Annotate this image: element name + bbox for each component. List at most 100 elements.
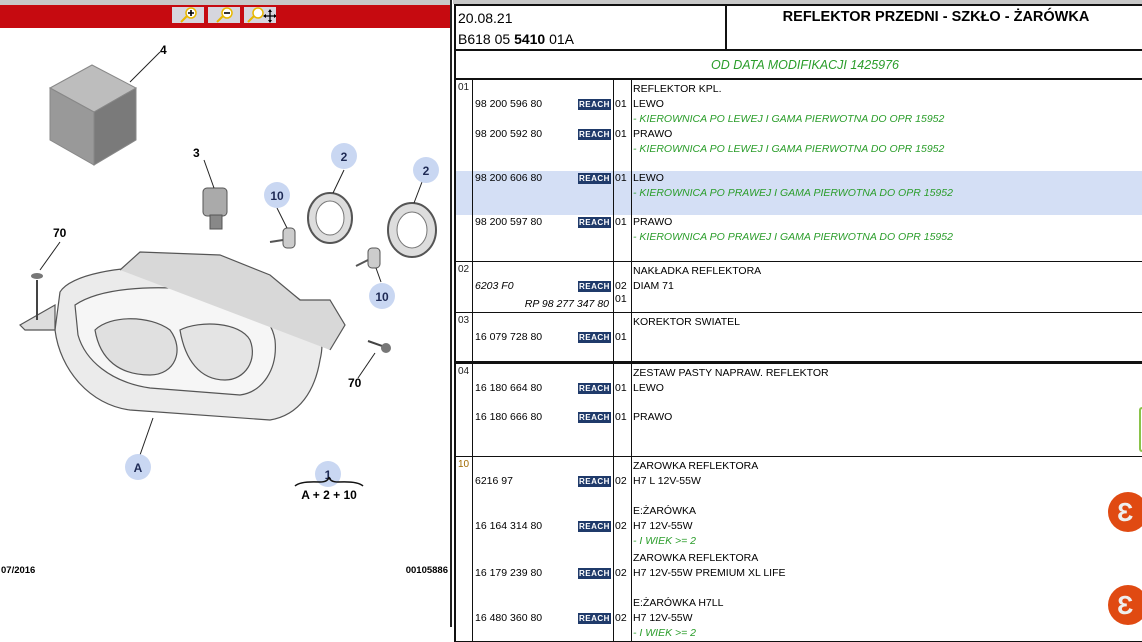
part-note: - KIEROWNICA PO LEWEJ I GAMA PIERWOTNA D… [633, 143, 945, 155]
part-quantity: 01 [615, 411, 627, 423]
callout-formula: A + 2 + 10 [301, 488, 357, 502]
part-reference[interactable]: 16 179 239 80 [475, 566, 542, 581]
part-quantity: 01 [615, 382, 627, 394]
part-quantity: 01 [615, 128, 627, 140]
header-date: 20.08.21 [458, 10, 513, 26]
part-reference[interactable]: 98 200 597 80 [475, 215, 542, 230]
part-reference[interactable]: 16 180 666 80 [475, 410, 542, 425]
part-reference[interactable]: 98 200 592 80 [475, 127, 542, 142]
code-bold: 5410 [514, 31, 546, 47]
part-description: PRAWO [633, 216, 673, 228]
part-description: DIAM 71 [633, 280, 674, 292]
reach-badge[interactable]: REACH [578, 613, 611, 624]
part-row[interactable]: ZAROWKA REFLEKTORA 6216 97 REACH 02 H7 L 12V… [456, 459, 1142, 504]
callout-70a: 70 [53, 226, 67, 240]
column-divider [472, 262, 473, 312]
part-description: PRAWO [633, 128, 673, 140]
part-row[interactable]: ZESTAW PASTY NAPRAW. REFLEKTOR 16 180 664… [456, 366, 1142, 410]
zoom-pan-button[interactable] [244, 7, 277, 23]
eshop-icon[interactable]: Ɛ [1108, 585, 1142, 625]
zoom-pan-icon [247, 7, 277, 23]
reach-badge[interactable]: REACH [578, 476, 611, 487]
reach-badge[interactable]: REACH [578, 412, 611, 423]
reach-badge[interactable]: REACH [578, 568, 611, 579]
part-row[interactable]: ZAROWKA REFLEKTORA 16 179 239 80 REACH 02 H7… [456, 551, 1142, 596]
part-title: E:ŻARÓWKA [633, 505, 697, 517]
part-reference[interactable]: 6216 97 [475, 474, 513, 489]
column-divider [472, 80, 473, 261]
reach-badge[interactable]: REACH [578, 99, 611, 110]
reach-badge[interactable]: REACH [578, 281, 611, 292]
column-divider [472, 313, 473, 361]
part-row[interactable]: REFLEKTOR KPL. 98 200 596 80 REACH 01 LEWO - … [456, 82, 1142, 127]
part-title: ZAROWKA REFLEKTORA [633, 552, 759, 564]
reach-badge[interactable]: REACH [578, 173, 611, 184]
header-info: 20.08.21 B618 05 5410 01A [456, 6, 727, 49]
part-row[interactable]: 98 200 597 80 REACH 01 PRAWO - KIEROWNICA PO… [456, 215, 1142, 261]
callout-2b: 2 [423, 164, 430, 178]
part-title: ZAROWKA REFLEKTORA [633, 460, 759, 472]
parts-list-panel: 20.08.21 B618 05 5410 01A REFLEKTOR PRZE… [453, 0, 1142, 642]
reach-badge[interactable]: REACH [578, 217, 611, 228]
part-reference[interactable]: 16 480 360 80 [475, 611, 542, 626]
part-row[interactable]: E:ŻARÓWKA 16 164 314 80 REACH 02 H7 12V-55W -… [456, 504, 1142, 551]
part-row[interactable]: 98 200 606 80 REACH 01 LEWO - KIEROWNICA PO … [456, 171, 1142, 215]
group-10: 10 ZAROWKA REFLEKTORA 6216 97 REACH 02 H7 L 1… [456, 457, 1142, 642]
part-3-corrector [202, 187, 228, 230]
part-reference[interactable]: 6203 F0 [475, 279, 514, 294]
column-divider [613, 262, 614, 312]
part-note: - KIEROWNICA PO PRAWEJ I GAMA PIERWOTNA … [633, 231, 953, 243]
column-divider [613, 80, 614, 261]
part-description: LEWO [633, 172, 664, 184]
zoom-out-button[interactable] [208, 7, 240, 23]
part-row[interactable]: KOREKTOR SWIATEL 16 079 728 80 REACH 01 [456, 315, 1142, 361]
part-description: H7 12V-55W PREMIUM XL LIFE [633, 567, 786, 579]
reach-badge[interactable]: REACH [578, 332, 611, 343]
zoom-out-icon [216, 7, 233, 23]
part-row[interactable]: 16 180 666 80 REACH 01 PRAWO [456, 410, 1142, 456]
zoom-in-icon [180, 7, 197, 23]
part-row[interactable]: NAKŁADKA REFLEKTORA 6203 F0 REACH 02 DIAM 71… [456, 264, 1142, 312]
callout-2a: 2 [341, 150, 348, 164]
column-divider [613, 457, 614, 641]
column-divider [631, 364, 632, 456]
part-description: PRAWO [633, 411, 673, 423]
part-quantity: 01 [615, 98, 627, 110]
part-description: LEWO [633, 98, 664, 110]
eshop-icon[interactable]: Ɛ [1108, 492, 1142, 532]
part-reference[interactable]: 98 200 606 80 [475, 171, 542, 186]
diagram-date: 07/2016 [1, 565, 35, 576]
reach-badge[interactable]: REACH [578, 383, 611, 394]
part-70-screw [381, 343, 391, 353]
part-70-screw [31, 273, 43, 279]
part-reference[interactable]: 16 180 664 80 [475, 381, 542, 396]
part-description: H7 12V-55W [633, 612, 693, 624]
parts-diagram: 4 3 2 2 10 10 70 70 A 1 A + 2 + 10 07/20… [1, 43, 448, 576]
column-divider [631, 313, 632, 361]
part-row[interactable]: E:ŻARÓWKA H7LL 16 480 360 80 REACH 02 H7 12V… [456, 596, 1142, 641]
callout-10a: 10 [270, 189, 284, 203]
column-divider [613, 313, 614, 361]
part-reference[interactable]: 16 164 314 80 [475, 519, 542, 534]
reach-badge[interactable]: REACH [578, 129, 611, 140]
part-row[interactable]: 98 200 592 80 REACH 01 PRAWO - KIEROWNICA PO… [456, 127, 1142, 171]
column-divider [613, 364, 614, 456]
part-title: NAKŁADKA REFLEKTORA [633, 265, 762, 277]
group-01: 01 REFLEKTOR KPL. 98 200 596 80 REACH 01 LEWO… [456, 80, 1142, 262]
part-note: - KIEROWNICA PO LEWEJ I GAMA PIERWOTNA D… [633, 113, 945, 125]
zoom-in-button[interactable] [172, 7, 204, 23]
part-10-bulb [269, 227, 296, 249]
part-note: - I WIEK >= 2 [633, 627, 697, 639]
part-quantity: 01 [615, 331, 627, 343]
group-03: 03 KOREKTOR SWIATEL 16 079 728 80 REACH 01 [456, 313, 1142, 364]
callout-4: 4 [160, 43, 167, 57]
part-title: KOREKTOR SWIATEL [633, 316, 740, 328]
part-quantity: 02 [615, 475, 627, 487]
part-reference[interactable]: 98 200 596 80 [475, 97, 542, 112]
headlamp-assembly [19, 251, 346, 421]
reach-badge[interactable]: REACH [578, 521, 611, 532]
callout-A: A [134, 461, 143, 475]
replacement-reference[interactable]: RP 98 277 347 80 [525, 297, 609, 312]
part-reference[interactable]: 16 079 728 80 [475, 330, 542, 345]
column-divider [472, 364, 473, 456]
